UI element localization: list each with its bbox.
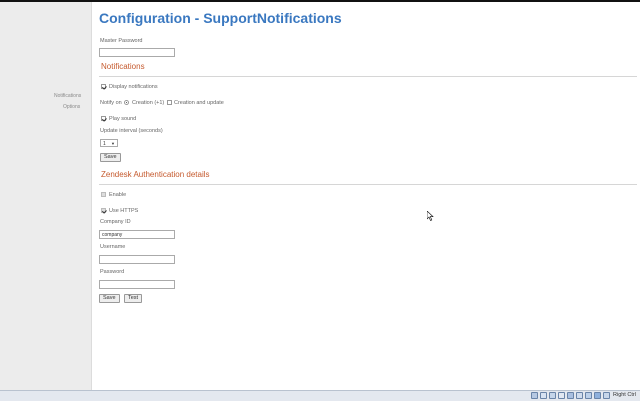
virtualization-icon[interactable] (594, 392, 601, 399)
host-status-bar: Right Ctrl (0, 390, 640, 401)
username-input[interactable] (99, 255, 175, 264)
chevron-down-icon: ▼ (111, 141, 115, 146)
shared-folder-icon[interactable] (576, 392, 583, 399)
zendesk-test-button[interactable]: Test (124, 294, 143, 303)
sidebar-item-notifications[interactable]: Notifications (54, 93, 81, 99)
host-key-label: Right Ctrl (613, 392, 636, 398)
notify-creation-radio[interactable] (124, 100, 129, 105)
zendesk-save-button[interactable]: Save (99, 294, 120, 303)
display-notifications-checkbox[interactable] (101, 84, 106, 89)
display-notifications-label: Display notifications (109, 84, 158, 90)
main-content: Configuration - SupportNotifications Mas… (92, 2, 640, 390)
optical-drive-icon[interactable] (540, 392, 547, 399)
update-interval-value: 1 (103, 141, 106, 147)
network-icon[interactable] (567, 392, 574, 399)
hard-disk-icon[interactable] (531, 392, 538, 399)
use-https-checkbox[interactable] (101, 208, 106, 213)
display-icon[interactable] (585, 392, 592, 399)
notify-on-label: Notify on (100, 100, 122, 106)
master-password-input[interactable] (99, 48, 175, 57)
update-interval-select[interactable]: 1 ▼ (100, 139, 118, 147)
zendesk-heading: Zendesk Authentication details (101, 170, 210, 179)
password-label: Password (100, 269, 125, 275)
company-id-input[interactable] (99, 230, 175, 239)
notify-creation-label: Creation (+1) (132, 100, 165, 106)
play-sound-checkbox[interactable] (101, 116, 106, 121)
floppy-icon[interactable] (549, 392, 556, 399)
usb-icon[interactable] (558, 392, 565, 399)
notify-update-checkbox[interactable] (167, 100, 172, 105)
enable-label: Enable (109, 192, 127, 198)
enable-checkbox[interactable] (101, 192, 106, 197)
page-title: Configuration - SupportNotifications (99, 10, 342, 26)
notifications-divider (99, 76, 637, 77)
notifications-save-button[interactable]: Save (100, 153, 121, 162)
company-id-label: Company ID (100, 219, 131, 225)
play-sound-label: Play sound (109, 116, 137, 122)
password-input[interactable] (99, 280, 175, 289)
sidebar: Notifications Options (0, 2, 92, 390)
notify-update-label: Creation and update (174, 100, 224, 106)
username-label: Username (100, 244, 126, 250)
update-interval-label: Update interval (seconds) (100, 128, 163, 134)
master-password-label: Master Password (100, 38, 143, 44)
use-https-label: Use HTTPS (109, 208, 139, 214)
sidebar-item-options[interactable]: Options (63, 104, 80, 110)
zendesk-divider (99, 184, 637, 185)
notifications-heading: Notifications (101, 62, 145, 71)
keyboard-capture-icon[interactable] (603, 392, 610, 399)
mouse-cursor-icon (427, 211, 434, 221)
